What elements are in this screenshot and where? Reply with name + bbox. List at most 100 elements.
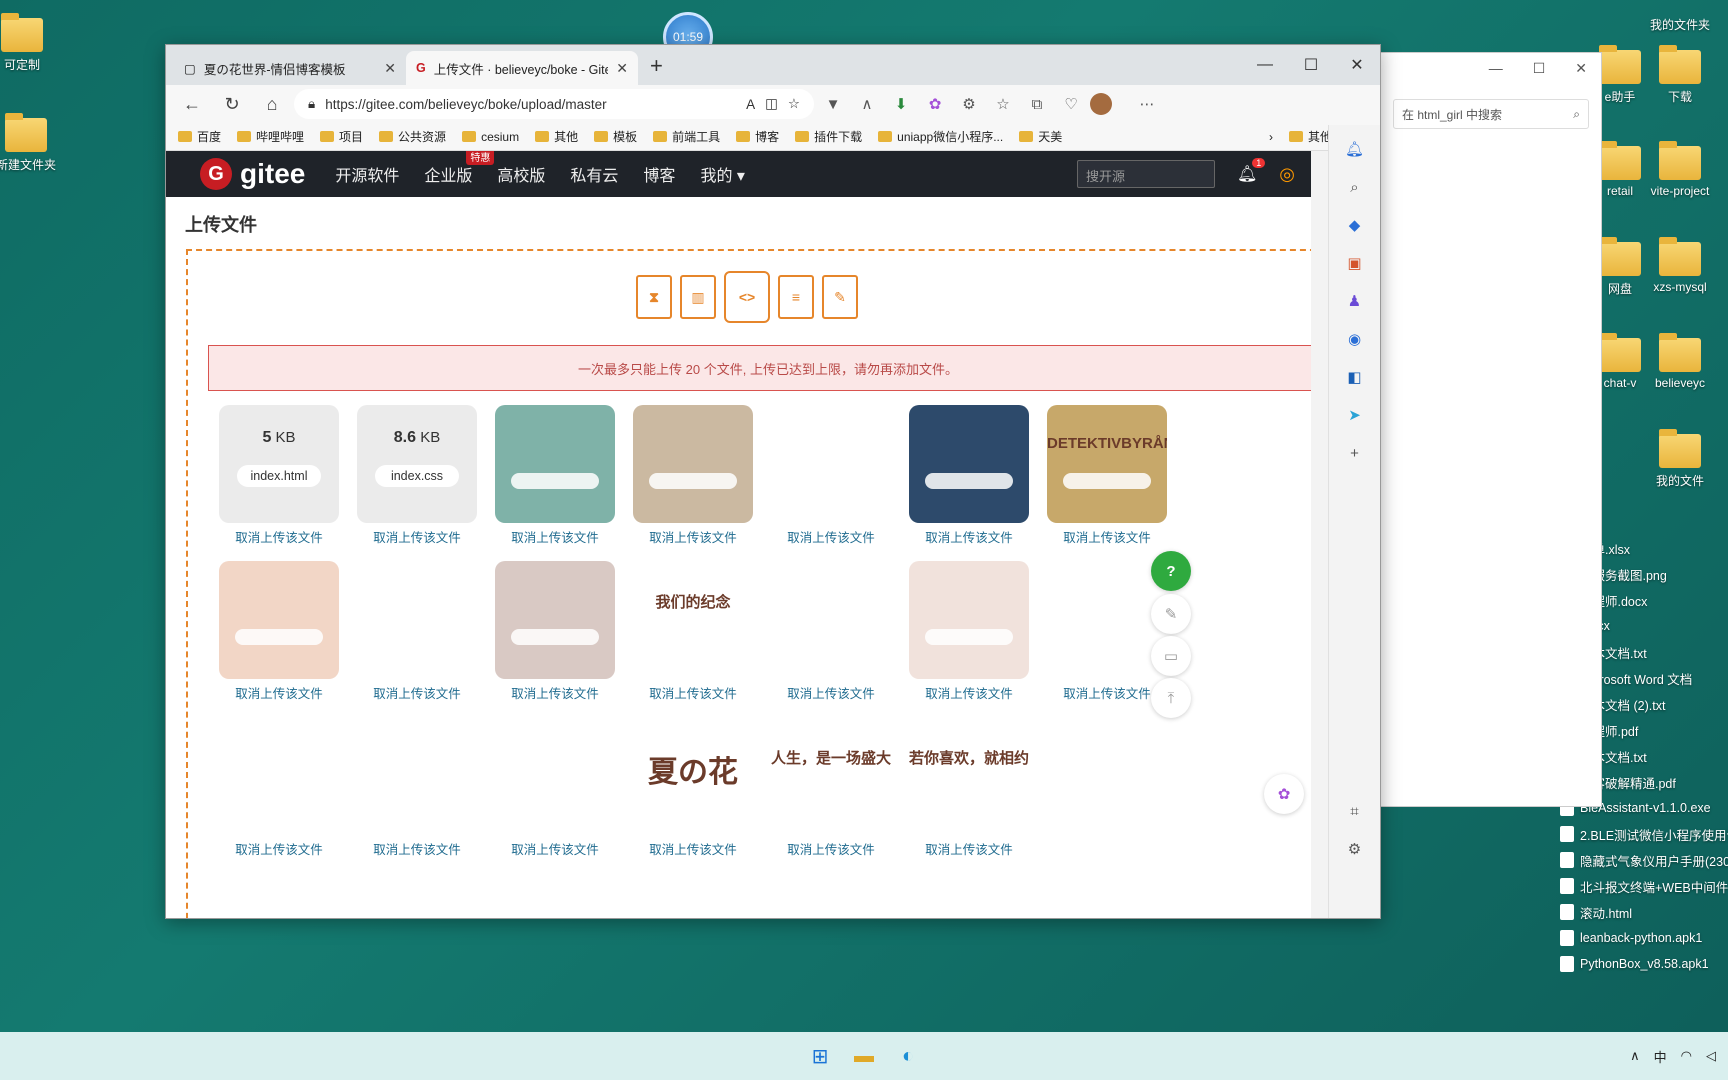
bookmark-item[interactable]: 模板 bbox=[594, 128, 637, 145]
new-tab-button[interactable]: + bbox=[650, 53, 663, 79]
lightbulb-icon[interactable]: ◎ bbox=[1279, 164, 1295, 185]
cancel-upload-link[interactable]: 取消上传该文件 bbox=[494, 683, 616, 702]
bookmark-item[interactable]: cesium bbox=[462, 130, 519, 144]
cancel-upload-link[interactable]: 取消上传该文件 bbox=[632, 839, 754, 858]
close-tab-icon[interactable]: ✕ bbox=[384, 60, 396, 77]
tag-icon[interactable]: ◆ bbox=[1343, 213, 1367, 237]
cancel-upload-link[interactable]: 取消上传该文件 bbox=[494, 527, 616, 546]
desktop-icon-believeyc[interactable]: believeyc bbox=[1640, 333, 1720, 390]
bookmark-item[interactable]: 插件下载 bbox=[795, 128, 862, 145]
notification-bell-icon[interactable]: 🔔︎ 1 bbox=[1237, 158, 1266, 184]
desktop-file-item[interactable]: 隐藏式气象仪用户手册(230 bbox=[1560, 847, 1728, 873]
extensions-icon[interactable]: ⚙ bbox=[954, 89, 984, 119]
maximize-button[interactable]: ☐ bbox=[1533, 60, 1546, 77]
settings-icon[interactable]: ⚙ bbox=[1343, 837, 1367, 861]
bookmark-item[interactable]: 前端工具 bbox=[653, 128, 720, 145]
extension-v-icon[interactable]: ▼ bbox=[818, 89, 848, 119]
cancel-upload-link[interactable]: 取消上传该文件 bbox=[632, 527, 754, 546]
refresh-icon[interactable]: ↻ bbox=[214, 89, 250, 119]
desktop-file-item[interactable]: 滚动.html bbox=[1560, 899, 1728, 925]
desktop-icon-custom[interactable]: 可定制 bbox=[0, 13, 62, 73]
nav-blog[interactable]: 博客 bbox=[643, 162, 675, 186]
performance-icon[interactable]: ♡ bbox=[1056, 89, 1086, 119]
cancel-upload-link[interactable]: 取消上传该文件 bbox=[218, 683, 340, 702]
bell-icon[interactable]: 🔔︎ bbox=[1343, 137, 1367, 161]
extension-a-icon[interactable]: ∧ bbox=[852, 89, 882, 119]
bookmark-item[interactable]: 项目 bbox=[320, 128, 363, 145]
maximize-button[interactable]: ☐ bbox=[1288, 45, 1334, 85]
cancel-upload-link[interactable]: 取消上传该文件 bbox=[908, 839, 1030, 858]
file-explorer-icon[interactable]: ▬ bbox=[846, 1038, 882, 1074]
cancel-upload-link[interactable]: 取消上传该文件 bbox=[218, 527, 340, 546]
cancel-upload-link[interactable]: 取消上传该文件 bbox=[494, 839, 616, 858]
comment-icon[interactable]: ▭ bbox=[1151, 636, 1191, 676]
download-extension-icon[interactable]: ⬇ bbox=[886, 89, 916, 119]
minimize-button[interactable]: — bbox=[1489, 60, 1503, 76]
nav-open-source[interactable]: 开源软件 bbox=[335, 162, 399, 186]
volume-icon[interactable]: ◁ bbox=[1706, 1048, 1716, 1064]
cancel-upload-link[interactable]: 取消上传该文件 bbox=[1046, 683, 1168, 702]
tab-gitee-upload[interactable]: G 上传文件 · believeyc/boke - Gitee ✕ bbox=[406, 51, 638, 85]
home-icon[interactable]: ⌂ bbox=[254, 89, 290, 119]
split-screen-icon[interactable]: ◫ bbox=[765, 96, 778, 112]
back-to-top-icon[interactable]: ⤒ bbox=[1151, 678, 1191, 718]
nav-private-cloud[interactable]: 私有云 bbox=[570, 162, 618, 186]
edge-icon[interactable]: ◐ bbox=[890, 1038, 926, 1074]
copilot-float-icon[interactable]: ✿ bbox=[1264, 774, 1304, 814]
desktop-file-item[interactable]: leanback-python.apk1 bbox=[1560, 925, 1728, 951]
desktop-file-item[interactable]: PythonBox_v8.58.apk1 bbox=[1560, 951, 1728, 977]
cancel-upload-link[interactable]: 取消上传该文件 bbox=[770, 839, 892, 858]
bookmark-item[interactable]: uniapp微信小程序... bbox=[878, 128, 1003, 145]
cancel-upload-link[interactable]: 取消上传该文件 bbox=[356, 527, 478, 546]
upload-dropzone[interactable]: ⧗ ▥ <> ≡ ✎ 一次最多只能上传 20 个文件, 上传已达到上限，请勿再添… bbox=[186, 249, 1311, 918]
cancel-upload-link[interactable]: 取消上传该文件 bbox=[1046, 527, 1168, 546]
more-menu-icon[interactable]: ⋯ bbox=[1132, 89, 1162, 119]
gitee-logo[interactable]: Ggitee bbox=[200, 158, 305, 190]
copilot-extension-icon[interactable]: ✿ bbox=[920, 89, 950, 119]
file-explorer-window[interactable]: — ☐ ✕ 在 html_girl 中搜索 ⌕ bbox=[1380, 52, 1602, 807]
help-button[interactable]: ? bbox=[1151, 551, 1191, 591]
profile-avatar[interactable] bbox=[1090, 93, 1112, 115]
desktop-icon-xzs-mysql[interactable]: xzs-mysql bbox=[1640, 237, 1720, 294]
explorer-search-input[interactable]: 在 html_girl 中搜索 ⌕ bbox=[1393, 99, 1589, 129]
office-icon[interactable]: ◉ bbox=[1343, 327, 1367, 351]
ime-indicator[interactable]: 中 bbox=[1654, 1047, 1667, 1066]
close-tab-icon[interactable]: ✕ bbox=[616, 60, 628, 77]
favorites-icon[interactable]: ☆ bbox=[988, 89, 1018, 119]
minimize-button[interactable]: — bbox=[1242, 45, 1288, 85]
bookmark-item[interactable]: 博客 bbox=[736, 128, 779, 145]
windows-start-icon[interactable]: ⊞ bbox=[802, 1038, 838, 1074]
bookmark-item[interactable]: 公共资源 bbox=[379, 128, 446, 145]
cancel-upload-link[interactable]: 取消上传该文件 bbox=[356, 839, 478, 858]
search-icon[interactable]: ⌕ bbox=[1343, 175, 1367, 199]
edit-feedback-icon[interactable]: ✎ bbox=[1151, 594, 1191, 634]
edge-browser-window[interactable]: ▢ 夏の花世界-情侣博客模板 ✕ G 上传文件 · believeyc/boke… bbox=[165, 44, 1381, 919]
bookmark-item[interactable]: 百度 bbox=[178, 128, 221, 145]
add-icon[interactable]: + bbox=[1343, 441, 1367, 465]
wifi-icon[interactable]: ◠ bbox=[1681, 1048, 1692, 1064]
read-aloud-icon[interactable]: A bbox=[746, 97, 755, 112]
cancel-upload-link[interactable]: 取消上传该文件 bbox=[218, 839, 340, 858]
bookmark-item[interactable]: 天美 bbox=[1019, 128, 1062, 145]
desktop-icon-vite-project[interactable]: vite-project bbox=[1640, 141, 1720, 198]
nav-mine[interactable]: 我的 ▾ bbox=[700, 162, 745, 186]
tools-icon[interactable]: ▣ bbox=[1343, 251, 1367, 275]
cancel-upload-link[interactable]: 取消上传该文件 bbox=[632, 683, 754, 702]
desktop-icon-my-folder[interactable]: 我的文件夹 bbox=[1640, 16, 1720, 33]
cancel-upload-link[interactable]: 取消上传该文件 bbox=[770, 683, 892, 702]
gitee-search-input[interactable]: 搜开源 bbox=[1076, 160, 1215, 188]
capture-icon[interactable]: ⌗ bbox=[1343, 799, 1367, 823]
desktop-file-item[interactable]: 北斗报文终端+WEB中间件 bbox=[1560, 873, 1728, 899]
favorite-star-icon[interactable]: ☆ bbox=[788, 96, 800, 112]
cancel-upload-link[interactable]: 取消上传该文件 bbox=[770, 527, 892, 546]
address-bar[interactable]: 🔒︎ https://gitee.com/believeyc/boke/uplo… bbox=[294, 89, 814, 119]
bookmark-item[interactable]: 其他 bbox=[535, 128, 578, 145]
tab-blog-template[interactable]: ▢ 夏の花世界-情侣博客模板 ✕ bbox=[174, 51, 406, 85]
chevron-up-icon[interactable]: ∧ bbox=[1630, 1048, 1640, 1064]
chevron-right-icon[interactable]: › bbox=[1269, 130, 1273, 144]
cancel-upload-link[interactable]: 取消上传该文件 bbox=[908, 527, 1030, 546]
desktop-icon-new-folder[interactable]: 新建文件夹 bbox=[0, 113, 66, 173]
desktop-icon-my-files[interactable]: 我的文件 bbox=[1640, 429, 1720, 489]
bookmark-item[interactable]: 哔哩哔哩 bbox=[237, 128, 304, 145]
cancel-upload-link[interactable]: 取消上传该文件 bbox=[908, 683, 1030, 702]
